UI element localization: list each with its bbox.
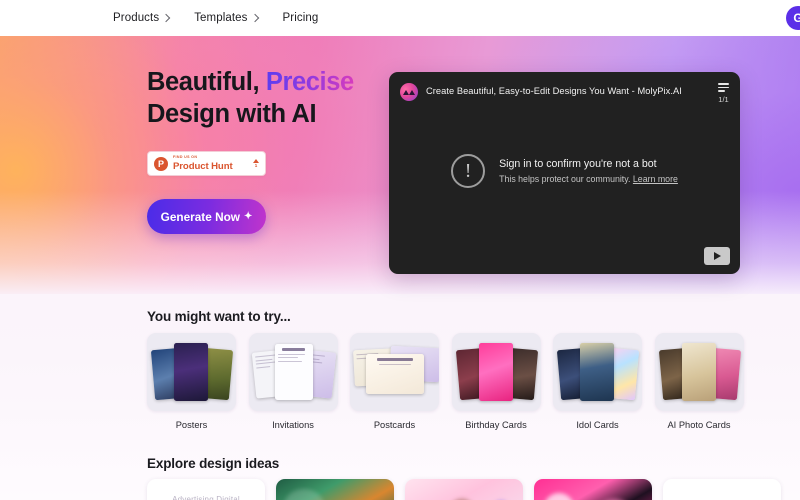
try-section-title: You might want to try... <box>147 309 291 324</box>
try-item-idol-cards[interactable]: Idol Cards <box>553 333 642 430</box>
try-thumbnail <box>654 333 744 411</box>
explore-section-title: Explore design ideas <box>147 456 280 471</box>
nav-right: G <box>786 6 800 30</box>
explore-card[interactable]: Advertising Digital <box>147 479 265 500</box>
mini-card <box>274 344 313 400</box>
nav-items: Products Templates Pricing <box>113 12 318 24</box>
video-gate-subtext: This helps protect our community. Learn … <box>499 174 678 184</box>
mini-card <box>366 354 424 394</box>
try-categories-row: Posters Invitations Postcards Birthday C… <box>147 333 744 430</box>
explore-card[interactable] <box>276 479 394 500</box>
nav-item-products[interactable]: Products <box>113 12 171 24</box>
product-hunt-text: FIND US ON Product Hunt <box>173 156 233 171</box>
video-queue-count: 1/1 <box>718 94 729 104</box>
headline-line1-plain: Beautiful, <box>147 68 260 96</box>
play-icon <box>714 252 722 260</box>
try-item-label: Idol Cards <box>576 420 619 430</box>
video-signin-gate: ! Sign in to confirm you're not a bot Th… <box>389 154 740 188</box>
explore-card[interactable] <box>663 479 781 500</box>
try-item-label: AI Photo Cards <box>667 420 731 430</box>
try-thumbnail <box>147 333 236 411</box>
product-hunt-eyebrow: FIND US ON <box>173 155 198 160</box>
exclamation-circle-icon: ! <box>451 154 486 188</box>
try-item-birthday-cards[interactable]: Birthday Cards <box>451 333 541 430</box>
nav-label-products: Products <box>113 12 160 24</box>
hero-content: Beautiful, Precise Design with AI P FIND… <box>147 66 354 235</box>
try-thumbnail <box>451 333 541 411</box>
headline-accent-word: Precise <box>265 68 354 96</box>
nav-item-templates[interactable]: Templates <box>194 12 259 24</box>
decorative-blob <box>544 493 574 500</box>
playlist-icon <box>718 83 729 92</box>
nav-label-templates: Templates <box>194 12 248 24</box>
nav-label-pricing: Pricing <box>282 12 319 24</box>
product-hunt-upvote[interactable]: 1 <box>253 159 259 169</box>
product-hunt-name: Product Hunt <box>173 160 233 172</box>
mini-card <box>478 343 513 401</box>
mini-card <box>580 343 614 401</box>
sparkle-icon: ✦ <box>243 210 253 222</box>
chevron-right-icon <box>161 13 171 22</box>
explore-card-caption: Advertising Digital <box>172 495 240 500</box>
try-item-posters[interactable]: Posters <box>147 333 236 430</box>
mini-card <box>174 343 208 401</box>
mini-card <box>681 343 716 401</box>
chevron-right-icon <box>250 13 259 22</box>
product-hunt-logo-icon: P <box>154 156 168 171</box>
try-item-label: Posters <box>175 420 208 430</box>
try-item-postcards[interactable]: Postcards <box>350 333 439 430</box>
video-gate-text: Sign in to confirm you're not a bot This… <box>499 158 678 184</box>
try-item-label: Birthday Cards <box>465 420 527 430</box>
avatar[interactable]: G <box>786 6 800 30</box>
video-player[interactable]: Create Beautiful, Easy-to-Edit Designs Y… <box>389 72 740 274</box>
generate-now-button[interactable]: Generate Now ✦ <box>147 199 266 235</box>
video-header: Create Beautiful, Easy-to-Edit Designs Y… <box>389 72 740 104</box>
video-title[interactable]: Create Beautiful, Easy-to-Edit Designs Y… <box>426 85 682 97</box>
try-thumbnail <box>553 333 642 411</box>
page-title: Beautiful, Precise Design with AI <box>147 66 354 130</box>
play-button[interactable] <box>704 247 730 265</box>
try-thumbnail <box>248 333 338 411</box>
try-item-invitations[interactable]: Invitations <box>248 333 338 430</box>
explore-cards-row: Advertising Digital <box>147 479 781 500</box>
headline-line2: Design with AI <box>147 100 317 129</box>
generate-now-label: Generate Now <box>160 209 240 224</box>
try-item-label: Postcards <box>373 420 416 430</box>
page-root: Products Templates Pricing G Beautiful, … <box>0 0 800 500</box>
product-hunt-badge[interactable]: P FIND US ON Product Hunt 1 <box>147 151 266 177</box>
try-item-ai-photo-cards[interactable]: AI Photo Cards <box>654 333 744 430</box>
decorative-blob <box>284 489 324 500</box>
product-hunt-vote-count: 1 <box>254 163 258 168</box>
try-item-label: Invitations <box>272 420 314 430</box>
learn-more-link[interactable]: Learn more <box>633 174 678 184</box>
video-gate-heading: Sign in to confirm you're not a bot <box>499 158 657 170</box>
nav-item-pricing[interactable]: Pricing <box>283 12 319 24</box>
explore-card[interactable] <box>405 479 523 500</box>
try-thumbnail <box>350 333 439 411</box>
video-gate-subtext-label: This helps protect our community. <box>499 174 631 184</box>
channel-avatar-icon[interactable] <box>400 83 418 101</box>
top-navbar: Products Templates Pricing G <box>0 0 800 36</box>
explore-card[interactable] <box>534 479 652 500</box>
video-queue-button[interactable]: 1/1 <box>718 83 729 104</box>
